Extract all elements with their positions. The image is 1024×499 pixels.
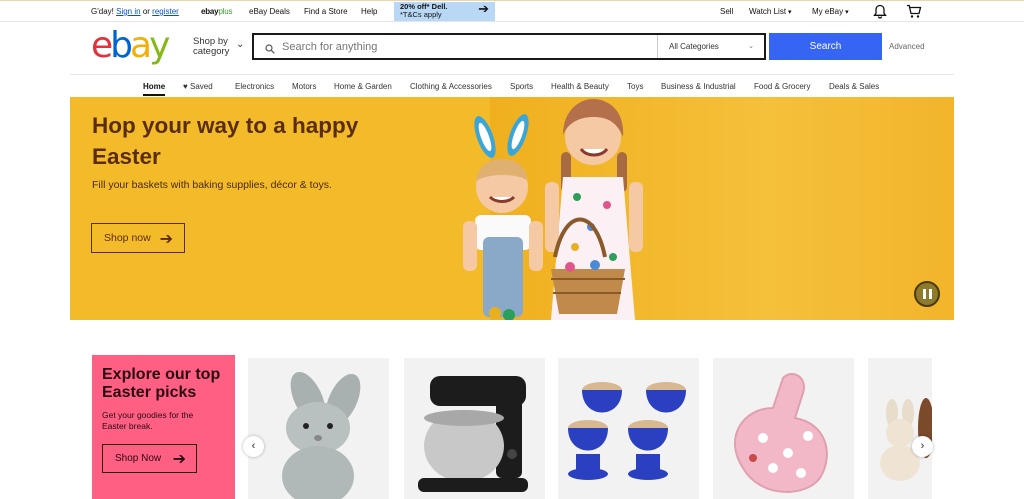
product-card-bunny-plate[interactable] bbox=[713, 358, 854, 499]
category-select[interactable]: All Categories ⌄ bbox=[657, 35, 764, 58]
heart-icon: ♥ bbox=[183, 82, 188, 91]
sell-link[interactable]: Sell bbox=[720, 7, 733, 16]
register-link[interactable]: register bbox=[152, 7, 179, 16]
chevron-down-icon: ⌄ bbox=[236, 39, 245, 50]
nav-electronics[interactable]: Electronics bbox=[235, 82, 274, 91]
search-input[interactable] bbox=[282, 38, 652, 56]
nav-motors[interactable]: Motors bbox=[292, 82, 316, 91]
easter-kids-image bbox=[463, 99, 643, 320]
tile-shop-now-button[interactable]: Shop Now ➔ bbox=[102, 444, 197, 473]
tile-title: Explore our top Easter picks bbox=[102, 366, 221, 401]
plush-bunny-image bbox=[282, 371, 361, 499]
ebay-logo[interactable]: ebay bbox=[91, 26, 170, 66]
hero-subtitle: Fill your baskets with baking supplies, … bbox=[92, 179, 332, 191]
nav-health-beauty[interactable]: Health & Beauty bbox=[551, 82, 609, 91]
find-store-link[interactable]: Find a Store bbox=[304, 7, 348, 16]
nav-clothing[interactable]: Clothing & Accessories bbox=[410, 82, 492, 91]
nav-deals-sales[interactable]: Deals & Sales bbox=[829, 82, 879, 91]
arrow-right-icon: ➔ bbox=[159, 231, 173, 248]
nav-business[interactable]: Business & Industrial bbox=[661, 82, 736, 91]
nav-home[interactable]: Home bbox=[143, 82, 166, 96]
advanced-search-link[interactable]: Advanced bbox=[889, 42, 925, 51]
nav-sports[interactable]: Sports bbox=[510, 82, 533, 91]
chevron-down-icon: ▾ bbox=[845, 9, 849, 16]
arrow-right-icon: ➔ bbox=[478, 1, 489, 16]
shop-by-category-button[interactable]: Shop by category ⌄ bbox=[193, 37, 244, 57]
or-text: or bbox=[142, 7, 150, 16]
easter-picks-tile[interactable]: Explore our top Easter picks Get your go… bbox=[92, 355, 235, 499]
nav-toys[interactable]: Toys bbox=[627, 82, 643, 91]
egg-cups-image bbox=[568, 382, 686, 480]
search-button[interactable]: Search bbox=[769, 33, 882, 60]
arrow-right-icon: ➔ bbox=[172, 451, 186, 468]
watch-list-menu[interactable]: Watch List ▾ bbox=[749, 7, 792, 16]
sign-in-link[interactable]: Sign in bbox=[116, 7, 140, 16]
nav-home-garden[interactable]: Home & Garden bbox=[334, 82, 392, 91]
nav-saved[interactable]: ♥ Saved bbox=[183, 82, 213, 91]
chevron-left-icon[interactable]: ‹ bbox=[243, 436, 264, 457]
bunny-plate-image bbox=[733, 373, 828, 493]
greeting-area: G'day! Sign in or register bbox=[91, 7, 179, 16]
nav-food-grocery[interactable]: Food & Grocery bbox=[754, 82, 810, 91]
product-card-plush-bunny[interactable] bbox=[248, 358, 389, 499]
top-utility-bar: G'day! Sign in or register ebayplus eBay… bbox=[0, 0, 1024, 22]
greeting-text: G'day! bbox=[91, 7, 114, 16]
chevron-right-icon[interactable]: › bbox=[912, 436, 933, 457]
hero-shop-now-button[interactable]: Shop now ➔ bbox=[91, 223, 185, 253]
pause-icon[interactable] bbox=[914, 281, 940, 307]
cart-icon[interactable] bbox=[906, 4, 922, 21]
hero-banner[interactable]: Hop your way to a happy Easter Fill your… bbox=[70, 97, 954, 320]
product-card-egg-cups[interactable] bbox=[558, 358, 699, 499]
help-link[interactable]: Help bbox=[361, 7, 377, 16]
category-nav: Home ♥ Saved Electronics Motors Home & G… bbox=[70, 74, 954, 97]
my-ebay-menu[interactable]: My eBay ▾ bbox=[812, 7, 849, 16]
search-icon bbox=[265, 41, 275, 54]
product-card-stand-mixer[interactable] bbox=[404, 358, 545, 499]
tile-subtitle: Get your goodies for the Easter break. bbox=[102, 410, 194, 431]
stand-mixer-image bbox=[418, 376, 528, 492]
teddy-image bbox=[880, 398, 932, 481]
product-card-teddy[interactable] bbox=[868, 358, 932, 499]
bell-icon[interactable] bbox=[873, 4, 887, 21]
hero-title: Hop your way to a happy Easter bbox=[92, 113, 359, 169]
search-bar: All Categories ⌄ bbox=[252, 33, 766, 60]
ebay-deals-link[interactable]: eBay Deals bbox=[249, 7, 290, 16]
chevron-down-icon: ⌄ bbox=[748, 43, 754, 50]
ebay-plus-link[interactable]: ebayplus bbox=[201, 7, 233, 16]
chevron-down-icon: ▾ bbox=[788, 9, 792, 16]
promo-banner[interactable]: 20% off* Dell. *T&Cs apply ➔ bbox=[394, 2, 495, 21]
